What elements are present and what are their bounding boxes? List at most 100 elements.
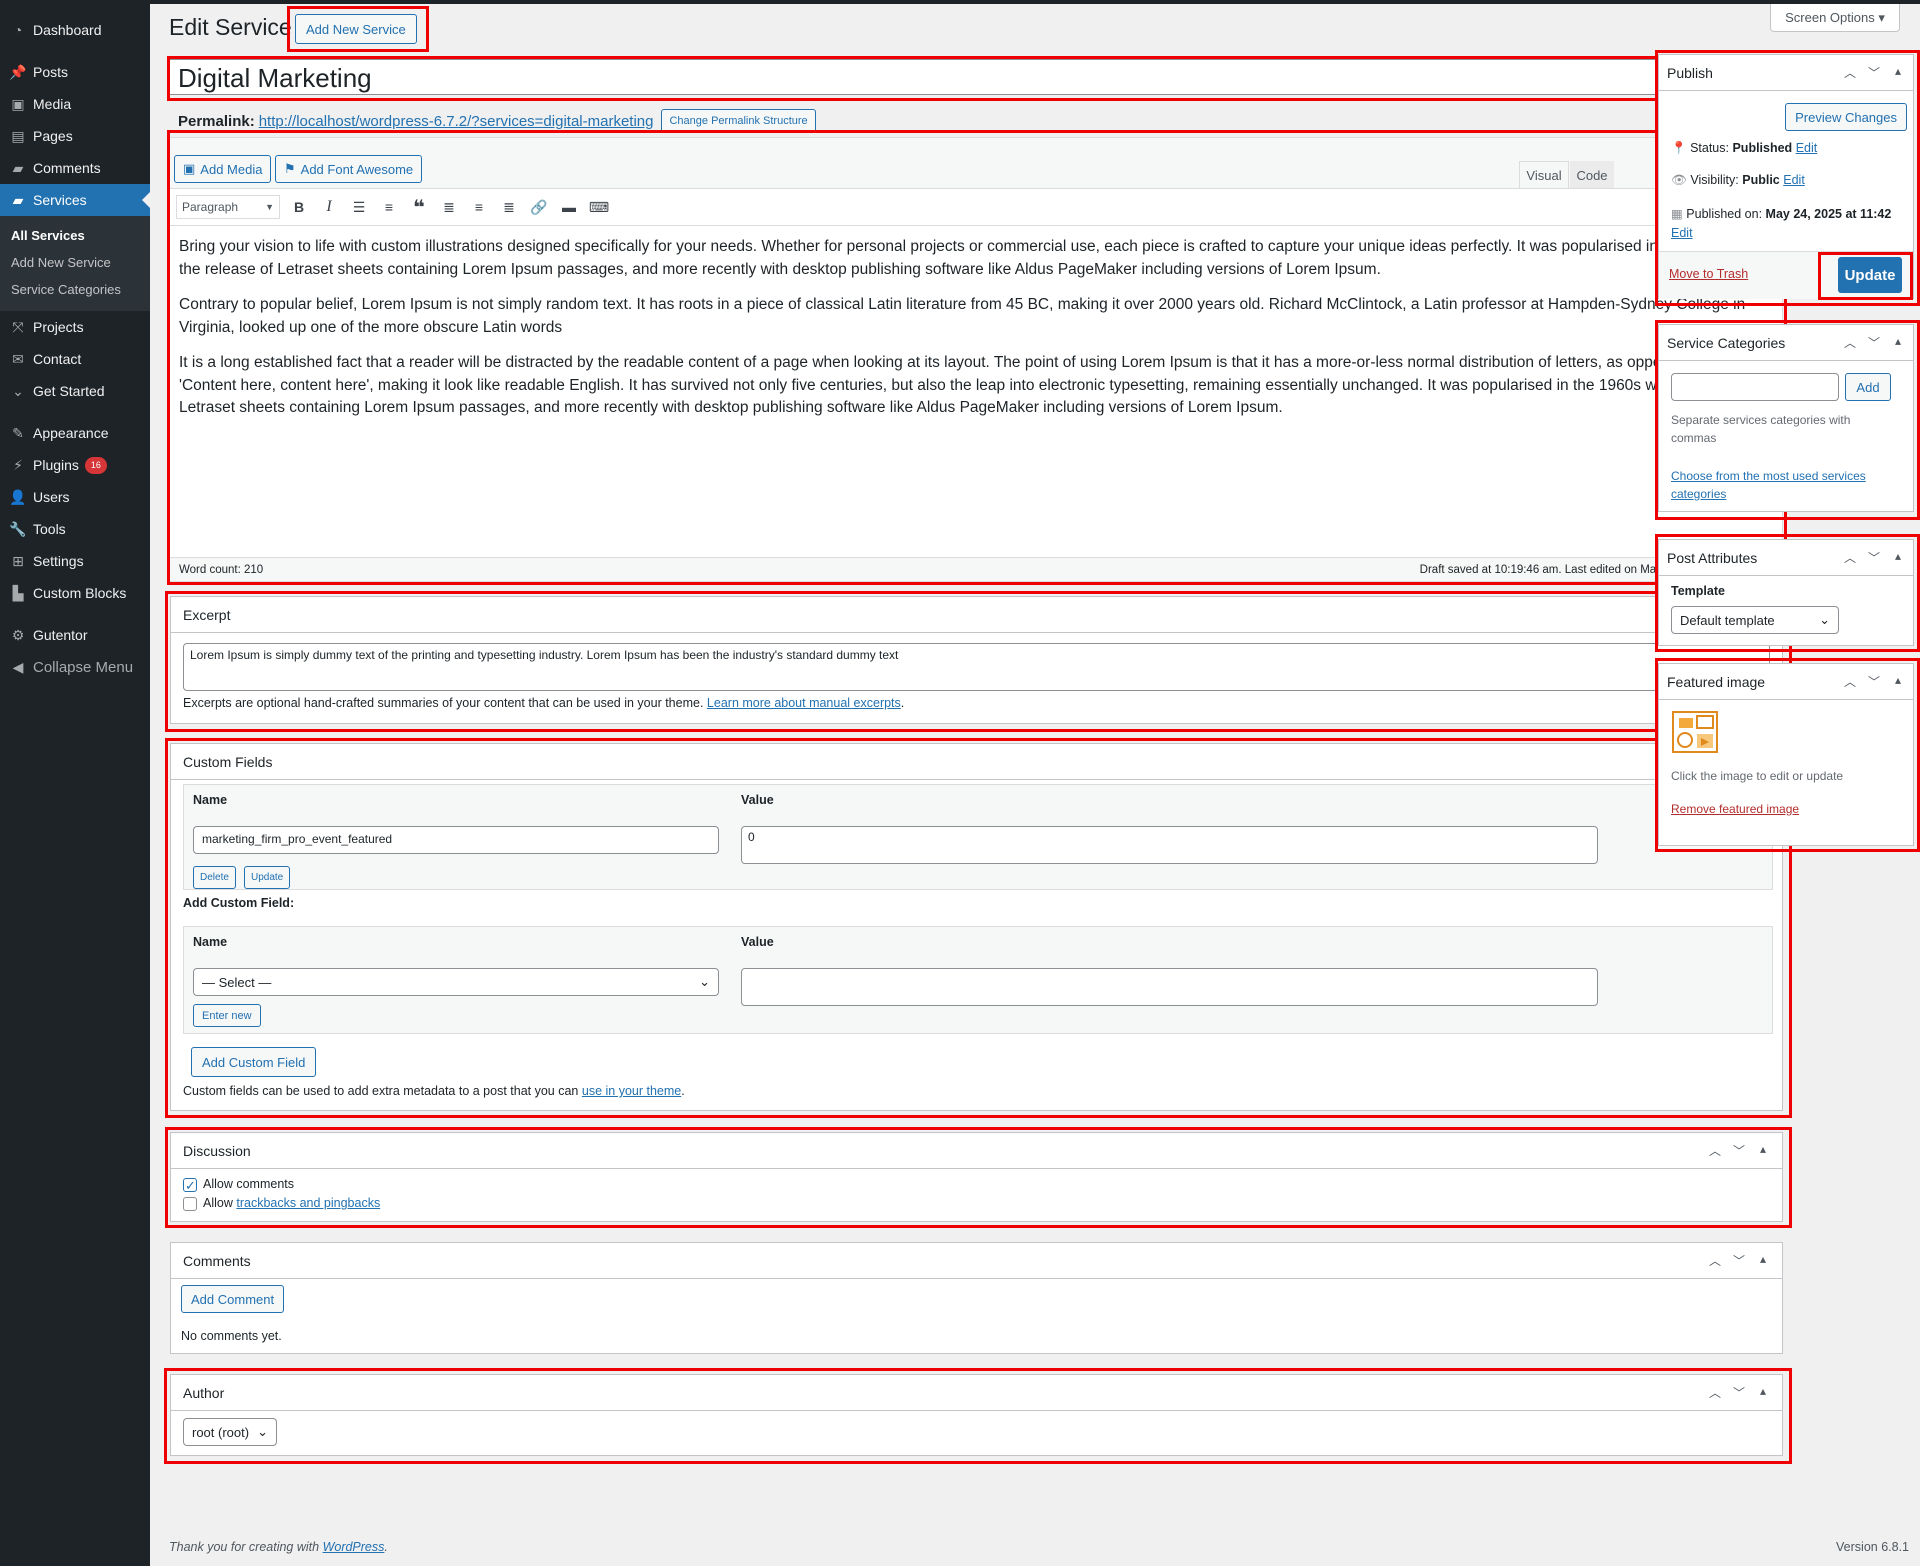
sidebar-item-media[interactable]: ▣ Media (0, 88, 150, 120)
allow-pings-checkbox[interactable] (183, 1196, 197, 1211)
custom-fields-header[interactable]: Custom Fields ︿﹀▴ (171, 744, 1782, 780)
toggle-panel-icon[interactable]: ▴ (1891, 64, 1905, 81)
remove-featured-image-link[interactable]: Remove featured image (1671, 802, 1799, 816)
sidebar-item-comments[interactable]: ▰ Comments (0, 152, 150, 184)
sidebar-item-dashboard[interactable]: ◔ Dashboard (0, 14, 150, 46)
move-down-icon[interactable]: ﹀ (1732, 1384, 1746, 1401)
sidebar-item-gutentor[interactable]: ⚙ Gutentor (0, 619, 150, 651)
sidebar-item-get-started[interactable]: ⌄ Get Started (0, 375, 150, 407)
toggle-panel-icon[interactable]: ▴ (1756, 1384, 1770, 1401)
link-icon[interactable]: 🔗 (524, 192, 554, 222)
move-up-icon[interactable]: ︿ (1708, 1252, 1722, 1269)
publish-header[interactable]: Publish ︿ ﹀ ▴ (1659, 55, 1913, 91)
add-new-service-button[interactable]: Add New Service (295, 14, 417, 44)
meta-key-select[interactable]: — Select — ⌄ (193, 968, 719, 996)
bold-icon[interactable]: B (284, 192, 314, 222)
sidebar-item-settings[interactable]: ⊞ Settings (0, 545, 150, 577)
add-custom-field-button[interactable]: Add Custom Field (191, 1047, 317, 1077)
collapse-menu-button[interactable]: ◀ Collapse Menu (0, 651, 150, 683)
move-up-icon[interactable]: ︿ (1708, 1142, 1722, 1159)
featured-image-header[interactable]: Featured image ︿ ﹀ ▴ (1659, 664, 1913, 700)
sidebar-item-projects[interactable]: ⤧ Projects (0, 311, 150, 343)
blockquote-icon[interactable]: ❝ (404, 192, 434, 222)
move-up-icon[interactable]: ︿ (1843, 64, 1857, 81)
bullet-list-icon[interactable]: ☰ (344, 192, 374, 222)
move-up-icon[interactable]: ︿ (1843, 673, 1857, 690)
move-down-icon[interactable]: ﹀ (1732, 1252, 1746, 1269)
preview-changes-button[interactable]: Preview Changes (1785, 103, 1907, 131)
excerpt-help-link[interactable]: Learn more about manual excerpts (707, 696, 901, 710)
edit-status-link[interactable]: Edit (1796, 141, 1818, 155)
move-up-icon[interactable]: ︿ (1708, 1384, 1722, 1401)
new-category-input[interactable] (1671, 373, 1839, 401)
sidebar-item-plugins[interactable]: ⚡ Plugins 16 (0, 449, 150, 481)
toggle-panel-icon[interactable]: ▴ (1756, 1252, 1770, 1269)
edit-date-link[interactable]: Edit (1671, 226, 1693, 240)
delete-meta-button[interactable]: Delete (193, 866, 236, 889)
sidebar-item-appearance[interactable]: ✎ Appearance (0, 417, 150, 449)
change-permalink-button[interactable]: Change Permalink Structure (661, 109, 816, 133)
sidebar-item-contact[interactable]: ✉ Contact (0, 343, 150, 375)
excerpt-textarea[interactable]: Lorem Ipsum is simply dummy text of the … (183, 643, 1770, 691)
choose-categories-link[interactable]: Choose from the most used services categ… (1671, 467, 1897, 503)
add-media-button[interactable]: ▣ Add Media (174, 155, 272, 183)
move-down-icon[interactable]: ﹀ (1867, 673, 1881, 690)
align-center-icon[interactable]: ≡ (464, 192, 494, 222)
sidebar-item-posts[interactable]: 📌 Posts (0, 56, 150, 88)
italic-icon[interactable]: I (314, 192, 344, 222)
toolbar-toggle-icon[interactable]: ⌨ (584, 192, 614, 222)
service-categories-header[interactable]: Service Categories ︿ ﹀ ▴ (1659, 325, 1913, 361)
discussion-header[interactable]: Discussion ︿ ﹀ ▴ (171, 1133, 1782, 1169)
post-attributes-header[interactable]: Post Attributes ︿ ﹀ ▴ (1659, 540, 1913, 576)
toggle-panel-icon[interactable]: ▴ (1891, 334, 1905, 351)
permalink-link[interactable]: http://localhost/wordpress-6.7.2/?servic… (259, 113, 654, 130)
excerpt-header[interactable]: Excerpt ︿﹀▴ (171, 597, 1782, 633)
sidebar-item-services[interactable]: ▰ Services (0, 184, 150, 216)
toggle-panel-icon[interactable]: ▴ (1891, 673, 1905, 690)
move-to-trash-link[interactable]: Move to Trash (1669, 267, 1748, 281)
tab-visual[interactable]: Visual (1519, 161, 1569, 189)
trackbacks-link[interactable]: trackbacks and pingbacks (236, 1196, 380, 1210)
align-left-icon[interactable]: ≣ (434, 192, 464, 222)
numbered-list-icon[interactable]: ≡ (374, 192, 404, 222)
add-comment-button[interactable]: Add Comment (181, 1285, 285, 1313)
submenu-all-services[interactable]: All Services (0, 222, 150, 249)
sidebar-item-users[interactable]: 👤 Users (0, 481, 150, 513)
allow-comments-checkbox[interactable] (183, 1176, 197, 1195)
edit-visibility-link[interactable]: Edit (1783, 173, 1805, 187)
allow-comments-row[interactable]: Allow comments (183, 1175, 1770, 1195)
author-select[interactable]: root (root) ⌄ (183, 1418, 277, 1446)
format-select[interactable]: Paragraph ▼ (176, 195, 280, 219)
meta-key-input[interactable]: marketing_firm_pro_event_featured (193, 826, 719, 854)
move-up-icon[interactable]: ︿ (1843, 549, 1857, 566)
template-select[interactable]: Default template ⌄ (1671, 606, 1839, 634)
screen-options-button[interactable]: Screen Options ▾ (1770, 4, 1900, 32)
featured-image-thumbnail[interactable] (1671, 708, 1719, 756)
submenu-add-new-service[interactable]: Add New Service (0, 249, 150, 276)
move-down-icon[interactable]: ﹀ (1867, 549, 1881, 566)
align-right-icon[interactable]: ≣ (494, 192, 524, 222)
author-header[interactable]: Author ︿ ﹀ ▴ (171, 1375, 1782, 1411)
move-down-icon[interactable]: ﹀ (1732, 1142, 1746, 1159)
add-font-awesome-button[interactable]: ⚑ Add Font Awesome (275, 155, 423, 183)
meta-value-input[interactable]: 0 (741, 826, 1598, 864)
custom-fields-help-link[interactable]: use in your theme (582, 1084, 681, 1098)
enter-new-button[interactable]: Enter new (193, 1004, 261, 1027)
comments-header[interactable]: Comments ︿ ﹀ ▴ (171, 1243, 1782, 1279)
allow-pings-row[interactable]: Allow trackbacks and pingbacks (183, 1194, 1770, 1213)
toggle-panel-icon[interactable]: ▴ (1756, 1142, 1770, 1159)
tab-code[interactable]: Code (1570, 161, 1614, 189)
read-more-icon[interactable]: ▬ (554, 192, 584, 222)
move-down-icon[interactable]: ﹀ (1867, 64, 1881, 81)
move-up-icon[interactable]: ︿ (1843, 334, 1857, 351)
wordpress-link[interactable]: WordPress (323, 1540, 385, 1554)
new-meta-value-input[interactable] (741, 968, 1598, 1006)
update-meta-button[interactable]: Update (244, 866, 291, 889)
add-category-button[interactable]: Add (1845, 373, 1891, 401)
post-title-input[interactable]: Digital Marketing (169, 59, 1783, 95)
submenu-service-categories[interactable]: Service Categories (0, 276, 150, 303)
sidebar-item-tools[interactable]: 🔧 Tools (0, 513, 150, 545)
editor-content[interactable]: Bring your vision to life with custom il… (170, 226, 1782, 556)
update-button[interactable]: Update (1838, 257, 1902, 293)
move-down-icon[interactable]: ﹀ (1867, 334, 1881, 351)
